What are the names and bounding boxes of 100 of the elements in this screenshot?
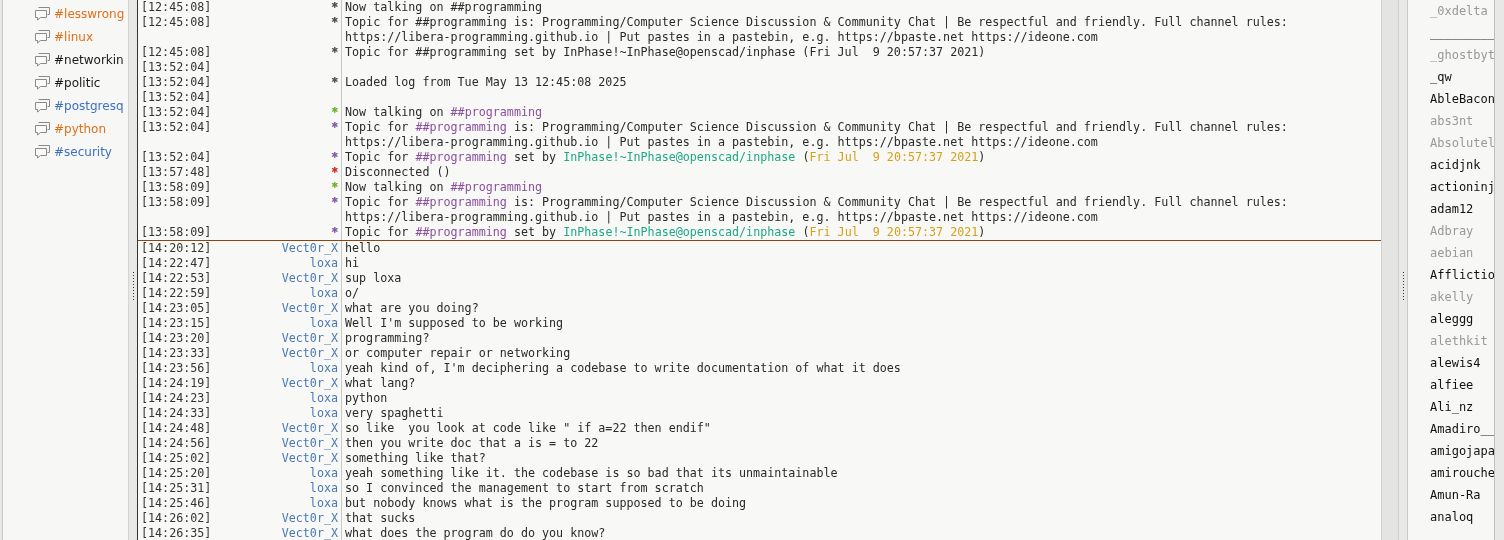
message-text: Now talking on ##programming bbox=[345, 105, 543, 119]
chat-bubbles-icon bbox=[34, 52, 51, 67]
channel-item[interactable]: #postgresq bbox=[34, 94, 128, 117]
message-text: Topic for ##programming is: Programming/Computer Science Discussion & Community Chat | Be respectful and friendly. Full channel rules: https://libera-programming.github.io | Put pastes in a pastebin, e.g. https://bpaste.net https://ideone.com bbox=[345, 15, 1289, 44]
user-name[interactable]: analoq bbox=[1430, 506, 1494, 528]
message-text: then you write doc that a is = to 22 bbox=[345, 436, 599, 450]
message-text: so I convinced the management to start from scratch bbox=[345, 481, 704, 495]
chat-bubbles-icon bbox=[34, 29, 51, 44]
timestamp: [13:52:04] bbox=[140, 60, 213, 75]
timestamp: [14:22:59] bbox=[140, 286, 213, 301]
nickname: loxa bbox=[309, 391, 338, 405]
message-text: programming? bbox=[345, 331, 430, 345]
message-text: so like you look at code like " if a=22 then endif" bbox=[345, 421, 711, 435]
nickname: Vect0r_X bbox=[281, 376, 338, 390]
timestamp: [14:24:33] bbox=[140, 406, 213, 421]
timestamp: [14:25:20] bbox=[140, 466, 213, 481]
message-text: Disconnected () bbox=[345, 165, 451, 179]
timestamp: [14:25:02] bbox=[140, 451, 213, 466]
user-name[interactable]: amigojapa bbox=[1430, 440, 1494, 462]
message-text: Now talking on ##programming bbox=[345, 0, 543, 14]
user-name[interactable]: Ali_nz bbox=[1430, 396, 1494, 418]
nickname: Vect0r_X bbox=[281, 331, 338, 345]
nickname: loxa bbox=[309, 286, 338, 300]
message-text: or computer repair or networking bbox=[345, 346, 571, 360]
scrollbar-track[interactable] bbox=[1381, 0, 1399, 540]
timestamp: [14:20:12] bbox=[140, 241, 213, 256]
timestamp: [14:24:48] bbox=[140, 421, 213, 436]
nickname: Vect0r_X bbox=[281, 271, 338, 285]
timestamp: [14:22:47] bbox=[140, 256, 213, 271]
user-name[interactable]: actioninj bbox=[1430, 176, 1494, 198]
timestamp: [13:52:04] bbox=[140, 90, 213, 105]
nickname: Vect0r_X bbox=[281, 421, 338, 435]
timestamp: [13:52:04] bbox=[140, 150, 213, 165]
message-text: Topic for ##programming set by InPhase!~InPhase@openscad/inphase (Fri Jul 9 20:57:37 2021) bbox=[345, 225, 986, 239]
message-text: yeah kind of, I'm deciphering a codebase to write documentation of what it does bbox=[345, 361, 901, 375]
timestamp: [14:24:56] bbox=[140, 436, 213, 451]
user-name[interactable]: acidjnk bbox=[1430, 154, 1494, 176]
user-name[interactable]: alewis4 bbox=[1430, 352, 1494, 374]
message-text: that sucks bbox=[345, 511, 416, 525]
nickname: loxa bbox=[309, 481, 338, 495]
message-text: Loaded log from Tue May 13 12:45:08 2025 bbox=[345, 75, 627, 89]
user-name[interactable]: alfiee bbox=[1430, 374, 1494, 396]
chat-bubbles-icon bbox=[34, 6, 51, 21]
timestamp: [13:58:09] bbox=[140, 225, 213, 240]
nickname: Vect0r_X bbox=[281, 346, 338, 360]
nickname: Vect0r_X bbox=[281, 511, 338, 525]
nickname: loxa bbox=[309, 256, 338, 270]
message-text: Topic for ##programming set by InPhase!~InPhase@openscad/inphase (Fri Jul 9 20:57:37 2021) bbox=[345, 150, 986, 164]
channel-item[interactable]: #networkin bbox=[34, 48, 128, 71]
timestamp: [13:58:09] bbox=[140, 195, 213, 211]
timestamp: [14:23:33] bbox=[140, 346, 213, 361]
nickname: Vect0r_X bbox=[281, 436, 338, 450]
chat-bubbles-icon bbox=[34, 75, 51, 90]
message-text: something like that? bbox=[345, 451, 486, 465]
event-marker: * bbox=[330, 15, 338, 29]
user-name[interactable]: AbleBacon bbox=[1430, 88, 1494, 110]
user-name[interactable]: Afflictio bbox=[1430, 264, 1494, 286]
user-name[interactable]: adam12 bbox=[1430, 198, 1494, 220]
event-marker: * bbox=[330, 180, 338, 194]
nickname: loxa bbox=[309, 406, 338, 420]
timestamp: [13:52:04] bbox=[140, 120, 213, 136]
event-marker: * bbox=[330, 225, 338, 239]
nickname: Vect0r_X bbox=[281, 241, 338, 255]
timestamp: [14:26:35] bbox=[140, 526, 213, 540]
event-marker: * bbox=[330, 105, 338, 119]
channel-item[interactable]: #politic bbox=[34, 71, 128, 94]
message-text: what lang? bbox=[345, 376, 416, 390]
user-name[interactable]: Amun-Ra bbox=[1430, 484, 1494, 506]
event-marker: * bbox=[330, 75, 338, 89]
message-text: yeah something like it. the codebase is so bad that its unmaintainable bbox=[345, 466, 838, 480]
message-text: hello bbox=[345, 241, 381, 255]
timestamp: [13:57:48] bbox=[140, 165, 213, 180]
chat-bubbles-icon bbox=[34, 121, 51, 136]
timestamp: [14:23:15] bbox=[140, 316, 213, 331]
user-name[interactable]: _qw bbox=[1430, 66, 1494, 88]
nickname: Vect0r_X bbox=[281, 451, 338, 465]
nickname: loxa bbox=[309, 316, 338, 330]
timestamp: [14:23:56] bbox=[140, 361, 213, 376]
user-name[interactable]: aleggg bbox=[1430, 308, 1494, 330]
chat-bubbles-icon bbox=[34, 144, 51, 159]
event-marker: * bbox=[330, 0, 338, 14]
timestamp: [13:52:04] bbox=[140, 75, 213, 90]
message-text: sup loxa bbox=[345, 271, 402, 285]
timestamp: [14:25:31] bbox=[140, 481, 213, 496]
timestamp: [12:45:08] bbox=[140, 15, 213, 31]
message-text: what are you doing? bbox=[345, 301, 479, 315]
message-text: Well I'm supposed to be working bbox=[345, 316, 564, 330]
event-marker: * bbox=[330, 45, 338, 59]
message-text: very spaghetti bbox=[345, 406, 444, 420]
message-text: hi bbox=[345, 256, 360, 270]
message-text: what does the program do do you know? bbox=[345, 526, 606, 540]
channel-item[interactable]: #security bbox=[34, 140, 128, 163]
user-name[interactable]: amirouche bbox=[1430, 462, 1494, 484]
message-text: Topic for ##programming set by InPhase!~InPhase@openscad/inphase (Fri Jul 9 20:57:37 2021) bbox=[345, 45, 986, 59]
timestamp: [12:45:08] bbox=[140, 0, 213, 15]
timestamp: [14:26:02] bbox=[140, 511, 213, 526]
nickname: Vect0r_X bbox=[281, 526, 338, 540]
message-text: but nobody knows what is the program supposed to be doing bbox=[345, 496, 747, 510]
nickname: loxa bbox=[309, 466, 338, 480]
event-marker: * bbox=[330, 120, 338, 134]
